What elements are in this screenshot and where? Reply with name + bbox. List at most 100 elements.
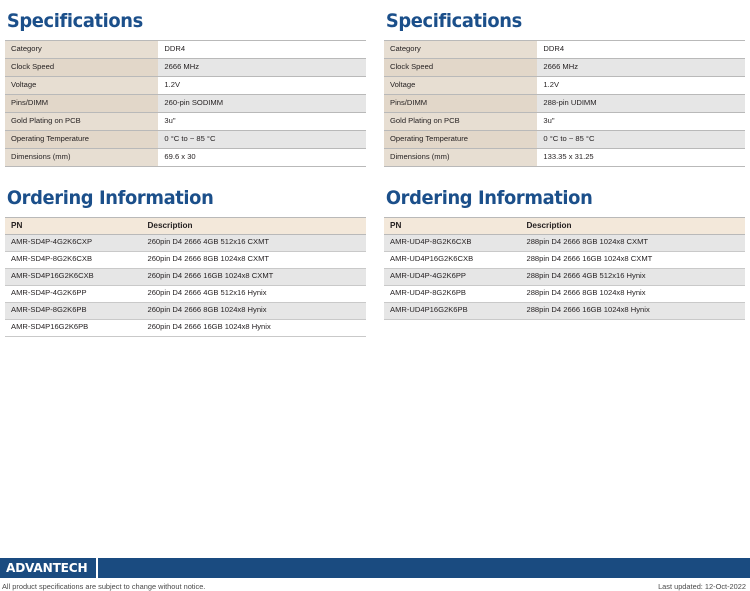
order-desc: 260pin D4 2666 8GB 1024x8 Hynix (141, 302, 366, 320)
advantech-logo-text: ADVANTECH (6, 559, 88, 575)
spec-key: Gold Plating on PCB (5, 112, 159, 131)
right-specifications-body: Category DDR4 Clock Speed 2666 MHz Volta… (384, 40, 745, 167)
spec-value: 1.2V (158, 76, 366, 95)
column-header-pn: PN (5, 217, 142, 235)
table-row: Voltage 1.2V (384, 76, 745, 95)
spec-value: 0 °C to ~ 85 °C (158, 130, 366, 149)
spec-value: 1.2V (537, 76, 745, 95)
left-ordering-title: Ordering Information (6, 187, 214, 209)
table-row: Dimensions (mm) 69.6 x 30 (5, 148, 366, 167)
two-column-layout: Specifications Category DDR4 Clock Speed… (0, 0, 750, 337)
spec-key: Category (5, 40, 159, 59)
order-desc: 260pin D4 2666 4GB 512x16 Hynix (141, 285, 366, 303)
page-footer: ADVANTECH All product specifications are… (0, 556, 750, 591)
order-desc: 288pin D4 2666 4GB 512x16 Hynix (520, 268, 745, 286)
table-row: Clock Speed 2666 MHz (384, 58, 745, 77)
column-header-description: Description (520, 217, 745, 235)
disclaimer-text: All product specifications are subject t… (2, 581, 206, 591)
table-header-row: PN Description (5, 217, 366, 235)
table-row: AMR-SD4P-8G2K6PB 260pin D4 2666 8GB 1024… (5, 302, 366, 320)
spec-key: Operating Temperature (5, 130, 159, 149)
datasheet-page: Specifications Category DDR4 Clock Speed… (0, 0, 750, 591)
order-pn: AMR-SD4P16G2K6CXB (5, 268, 142, 286)
right-ordering-table: PN Description AMR-UD4P-8G2K6CXB 288pin … (384, 217, 745, 320)
table-row: AMR-UD4P16G2K6CXB 288pin D4 2666 16GB 10… (384, 251, 745, 269)
column-header-pn: PN (384, 217, 521, 235)
order-desc: 288pin D4 2666 16GB 1024x8 CXMT (520, 251, 745, 269)
left-specifications-body: Category DDR4 Clock Speed 2666 MHz Volta… (5, 40, 366, 167)
spec-key: Clock Speed (384, 58, 538, 77)
table-row: AMR-SD4P-4G2K6CXP 260pin D4 2666 4GB 512… (5, 234, 366, 252)
spec-key: Voltage (5, 76, 159, 95)
last-updated-text: Last updated: 12-Oct-2022 (658, 581, 746, 591)
right-specifications-table: Category DDR4 Clock Speed 2666 MHz Volta… (384, 40, 745, 167)
spec-value: 69.6 x 30 (158, 148, 366, 167)
footer-note-row: All product specifications are subject t… (0, 578, 750, 591)
spec-value: 2666 MHz (158, 58, 366, 77)
order-pn: AMR-UD4P-8G2K6PB (384, 285, 521, 303)
spec-key: Category (384, 40, 538, 59)
spec-key: Clock Speed (5, 58, 159, 77)
spec-value: 3u" (537, 112, 745, 131)
spec-key: Operating Temperature (384, 130, 538, 149)
order-pn: AMR-UD4P16G2K6CXB (384, 251, 521, 269)
table-row: AMR-SD4P16G2K6PB 260pin D4 2666 16GB 102… (5, 319, 366, 337)
table-row: AMR-SD4P-8G2K6CXB 260pin D4 2666 8GB 102… (5, 251, 366, 269)
order-desc: 260pin D4 2666 16GB 1024x8 Hynix (141, 319, 366, 337)
spec-key: Dimensions (mm) (5, 148, 159, 167)
right-column: Specifications Category DDR4 Clock Speed… (375, 0, 750, 337)
right-ordering-head: PN Description (384, 217, 745, 235)
order-pn: AMR-SD4P-8G2K6PB (5, 302, 142, 320)
column-header-description: Description (141, 217, 366, 235)
table-row: Category DDR4 (5, 40, 366, 59)
left-ordering-table: PN Description AMR-SD4P-4G2K6CXP 260pin … (5, 217, 366, 337)
table-row: AMR-UD4P-4G2K6PP 288pin D4 2666 4GB 512x… (384, 268, 745, 286)
left-specifications-table: Category DDR4 Clock Speed 2666 MHz Volta… (5, 40, 366, 167)
table-row: Voltage 1.2V (5, 76, 366, 95)
footer-brand-bar: ADVANTECH (0, 556, 750, 578)
table-row: AMR-UD4P-8G2K6PB 288pin D4 2666 8GB 1024… (384, 285, 745, 303)
spec-value: 2666 MHz (537, 58, 745, 77)
spec-value: 133.35 x 31.25 (537, 148, 745, 167)
right-specifications-title: Specifications (385, 10, 522, 32)
table-row: Gold Plating on PCB 3u" (5, 112, 366, 131)
order-desc: 260pin D4 2666 16GB 1024x8 CXMT (141, 268, 366, 286)
table-row: Gold Plating on PCB 3u" (384, 112, 745, 131)
spec-key: Dimensions (mm) (384, 148, 538, 167)
spec-value: DDR4 (158, 40, 366, 59)
order-desc: 288pin D4 2666 16GB 1024x8 Hynix (520, 302, 745, 320)
order-desc: 288pin D4 2666 8GB 1024x8 CXMT (520, 234, 745, 252)
order-pn: AMR-SD4P-4G2K6PP (5, 285, 142, 303)
spec-value: 3u" (158, 112, 366, 131)
table-row: Operating Temperature 0 °C to ~ 85 °C (384, 130, 745, 149)
order-pn: AMR-UD4P16G2K6PB (384, 302, 521, 320)
order-desc: 288pin D4 2666 8GB 1024x8 Hynix (520, 285, 745, 303)
order-desc: 260pin D4 2666 8GB 1024x8 CXMT (141, 251, 366, 269)
order-desc: 260pin D4 2666 4GB 512x16 CXMT (141, 234, 366, 252)
order-pn: AMR-UD4P-4G2K6PP (384, 268, 521, 286)
table-row: Pins/DIMM 288-pin UDIMM (384, 94, 745, 113)
table-row: Category DDR4 (384, 40, 745, 59)
table-row: AMR-SD4P-4G2K6PP 260pin D4 2666 4GB 512x… (5, 285, 366, 303)
left-ordering-head: PN Description (5, 217, 366, 235)
spec-value: 288-pin UDIMM (537, 94, 745, 113)
table-row: AMR-UD4P16G2K6PB 288pin D4 2666 16GB 102… (384, 302, 745, 320)
spec-value: 0 °C to ~ 85 °C (537, 130, 745, 149)
table-row: Operating Temperature 0 °C to ~ 85 °C (5, 130, 366, 149)
spec-key: Gold Plating on PCB (384, 112, 538, 131)
left-column: Specifications Category DDR4 Clock Speed… (0, 0, 375, 337)
order-pn: AMR-SD4P-4G2K6CXP (5, 234, 142, 252)
order-pn: AMR-UD4P-8G2K6CXB (384, 234, 521, 252)
right-ordering-title: Ordering Information (385, 187, 593, 209)
order-pn: AMR-SD4P16G2K6PB (5, 319, 142, 337)
table-row: AMR-SD4P16G2K6CXB 260pin D4 2666 16GB 10… (5, 268, 366, 286)
spec-key: Pins/DIMM (384, 94, 538, 113)
advantech-logo: ADVANTECH (0, 558, 98, 578)
right-ordering-body: AMR-UD4P-8G2K6CXB 288pin D4 2666 8GB 102… (384, 234, 745, 320)
left-specifications-title: Specifications (6, 10, 143, 32)
table-row: Clock Speed 2666 MHz (5, 58, 366, 77)
table-header-row: PN Description (384, 217, 745, 235)
left-ordering-body: AMR-SD4P-4G2K6CXP 260pin D4 2666 4GB 512… (5, 234, 366, 337)
spec-value: DDR4 (537, 40, 745, 59)
order-pn: AMR-SD4P-8G2K6CXB (5, 251, 142, 269)
